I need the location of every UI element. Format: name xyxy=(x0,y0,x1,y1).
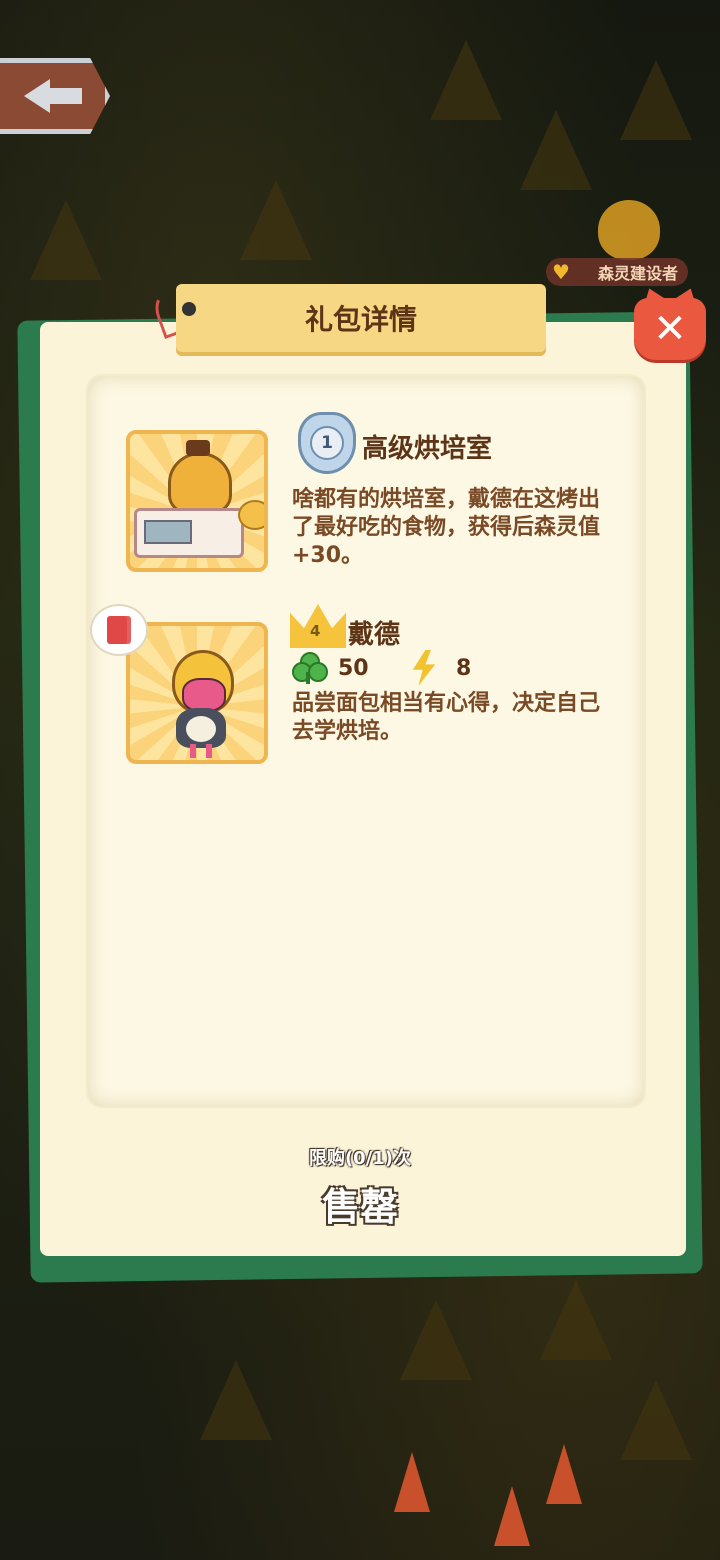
character-apron xyxy=(186,716,216,742)
clover-icon xyxy=(292,652,328,684)
background-tree xyxy=(430,40,502,120)
background-tree xyxy=(620,60,692,140)
character-face xyxy=(182,678,226,712)
traffic-cone xyxy=(546,1444,582,1504)
character-item-image[interactable] xyxy=(126,622,268,764)
oven-chimney xyxy=(186,440,210,456)
sold-out-status: 售罄 xyxy=(321,1185,398,1229)
bakery-name: 高级烘培室 xyxy=(362,434,493,464)
character-description: 品尝面包相当有心得，决定自己去学烘培。 xyxy=(292,691,601,744)
purchase-limit: 限购(0/1)次 xyxy=(308,1148,412,1169)
bakery-item-image[interactable] xyxy=(126,430,268,572)
builder-mascot-icon xyxy=(598,200,660,260)
back-button[interactable] xyxy=(0,58,110,134)
pin-icon xyxy=(180,300,198,318)
level-shield-icon: 1 xyxy=(298,412,356,474)
story-book-button[interactable] xyxy=(90,604,148,656)
builder-badge-label: 森灵建设者 xyxy=(597,264,678,283)
builder-badge[interactable]: ♥ 森灵建设者 xyxy=(546,258,688,286)
traffic-cone xyxy=(494,1486,530,1546)
bread-icon xyxy=(238,500,264,530)
oven-icon xyxy=(168,452,232,514)
back-arrow-icon xyxy=(23,79,82,113)
bakery-description: 啥都有的烘培室，戴德在这烤出了最好吃的食物，获得后森灵值+30。 xyxy=(292,487,601,568)
background-tree xyxy=(540,1280,612,1360)
background-tree xyxy=(520,110,592,190)
background-tree xyxy=(400,1300,472,1380)
dialog-title-text: 礼包详情 xyxy=(304,303,417,336)
character-leg xyxy=(190,744,196,758)
background-tree xyxy=(200,1360,272,1440)
heart-icon: ♥ xyxy=(552,260,570,284)
traffic-cone xyxy=(394,1452,430,1512)
close-icon: ✕ xyxy=(653,306,687,352)
character-level: 4 xyxy=(310,622,321,640)
energy-stat: 8 xyxy=(456,656,472,681)
bakery-display xyxy=(144,520,192,544)
book-icon xyxy=(107,616,131,644)
character-leg xyxy=(206,744,212,758)
background-tree xyxy=(620,1380,692,1460)
close-button[interactable]: ✕ xyxy=(634,298,706,360)
background-tree xyxy=(240,180,312,260)
item-level: 1 xyxy=(310,426,344,460)
dialog-title: 礼包详情 xyxy=(176,284,546,352)
character-name: 戴德 xyxy=(348,620,401,650)
clover-stat: 50 xyxy=(338,656,369,681)
background-tree xyxy=(30,200,102,280)
